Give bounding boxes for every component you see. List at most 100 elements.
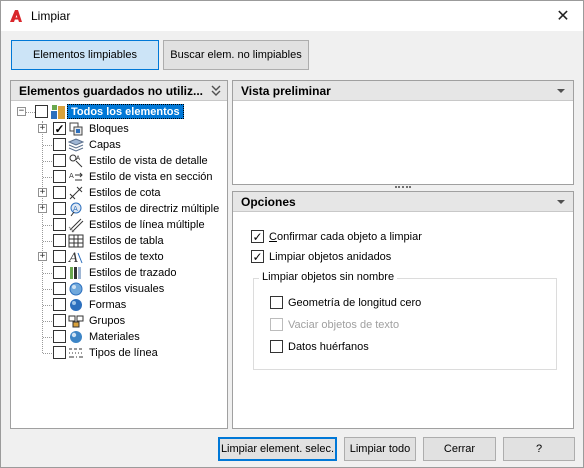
expand-expander[interactable]: + — [38, 188, 47, 197]
plot-style-icon — [70, 267, 81, 279]
multiline-style-icon — [68, 218, 84, 233]
autocad-logo-icon — [10, 10, 22, 22]
tree-item[interactable]: Estilos visuales — [11, 281, 227, 297]
purge-all-label: Limpiar todo — [349, 443, 411, 455]
purge-nested-label: Limpiar objetos anidados — [269, 250, 392, 263]
tree-item-label: Formas — [89, 299, 127, 311]
purge-nested-checkbox[interactable]: ✓ — [251, 250, 264, 263]
tree-item-checkbox[interactable] — [53, 250, 66, 263]
tree-item-checkbox[interactable] — [53, 314, 66, 327]
purge-selected-button[interactable]: Limpiar element. selec. — [218, 437, 337, 461]
orphan-data-option[interactable]: Datos huérfanos — [270, 340, 369, 353]
tree-item[interactable]: Materiales — [11, 329, 227, 345]
tree-item-checkbox[interactable] — [53, 218, 66, 231]
tree-item-checkbox[interactable] — [53, 202, 66, 215]
unnamed-objects-group: Limpiar objetos sin nombre Geometría de … — [253, 271, 557, 370]
tree-item[interactable]: Estilos de trazado — [11, 265, 227, 281]
materials-icon — [70, 331, 82, 343]
check-icon: ✓ — [252, 249, 263, 264]
tree-item-checkbox[interactable] — [53, 298, 66, 311]
tree-item[interactable]: Estilos de tabla — [11, 233, 227, 249]
all-items-checkbox[interactable] — [35, 105, 48, 118]
tree-item[interactable]: + ✓ Bloques — [11, 121, 227, 137]
close-window-button[interactable]: ✕ — [543, 1, 583, 31]
tree-item[interactable]: Estilos de línea múltiple — [11, 217, 227, 233]
table-style-icon — [68, 234, 84, 248]
collapse-options-arrow-icon[interactable] — [557, 200, 565, 204]
empty-text-option: Vaciar objetos de texto — [270, 318, 399, 331]
zero-length-option[interactable]: Geometría de longitud cero — [270, 296, 421, 309]
purge-selected-label: Limpiar element. selec. — [220, 443, 335, 455]
purge-nested-option[interactable]: ✓ Limpiar objetos anidados — [251, 250, 391, 263]
close-button[interactable]: Cerrar — [423, 437, 496, 461]
find-non-purgeable-toggle[interactable]: Buscar elem. no limpiables — [163, 40, 309, 70]
svg-text:A: A — [76, 155, 81, 162]
tree-item-checkbox[interactable] — [53, 282, 66, 295]
tree-item[interactable]: Capas — [11, 137, 227, 153]
block-icon — [69, 122, 83, 136]
tree-item-label: Estilos de línea múltiple — [89, 219, 205, 231]
multileader-style-icon: A — [70, 202, 82, 217]
items-tree-header-label: Elementos guardados no utiliz... — [19, 83, 204, 98]
tree-item-label: Grupos — [89, 315, 126, 327]
tree-item[interactable]: Formas — [11, 297, 227, 313]
help-button[interactable]: ? — [503, 437, 575, 461]
expand-expander[interactable]: + — [38, 124, 47, 133]
tree-item-checkbox[interactable] — [53, 186, 66, 199]
all-items-icon — [51, 105, 65, 119]
tree-item-checkbox[interactable] — [53, 138, 66, 151]
options-header-label: Opciones — [241, 194, 296, 209]
tree-item-checkbox[interactable] — [53, 266, 66, 279]
confirm-each-option[interactable]: ✓ Confirmar cada objeto a limpiar — [251, 230, 422, 243]
collapse-root-expander[interactable]: − — [17, 107, 26, 116]
orphan-data-checkbox[interactable] — [270, 340, 283, 353]
text-style-icon: A — [68, 251, 83, 265]
tree-item[interactable]: + A Estilos de directriz múltiple — [11, 201, 227, 217]
find-non-purgeable-label: Buscar elem. no limpiables — [170, 49, 302, 61]
help-label: ? — [535, 443, 543, 455]
tree-item-checkbox[interactable] — [53, 154, 66, 167]
dimension-style-icon — [69, 186, 83, 200]
tree-item[interactable]: Tipos de línea — [11, 345, 227, 361]
preview-header-label: Vista preliminar — [241, 83, 331, 98]
detail-view-style-icon: A — [69, 154, 83, 168]
tree-item-checkbox[interactable] — [53, 330, 66, 343]
double-chevron-down-icon[interactable] — [211, 85, 221, 97]
unnamed-objects-legend: Limpiar objetos sin nombre — [259, 271, 398, 283]
tree-item-label: Tipos de línea — [89, 347, 158, 359]
empty-text-checkbox — [270, 318, 283, 331]
expand-expander[interactable]: + — [38, 204, 47, 213]
shapes-icon — [70, 299, 82, 311]
empty-text-label: Vaciar objetos de texto — [288, 318, 400, 331]
purge-all-button[interactable]: Limpiar todo — [344, 437, 416, 461]
tree-item[interactable]: A Estilo de vista en sección — [11, 169, 227, 185]
confirm-each-checkbox[interactable]: ✓ — [251, 230, 264, 243]
all-items-label[interactable]: Todos los elementos — [67, 104, 184, 119]
tree-item-label: Estilos de cota — [89, 187, 161, 199]
zero-length-label: Geometría de longitud cero — [288, 296, 422, 309]
groups-icon — [68, 315, 84, 328]
tree-item-label: Estilo de vista de detalle — [89, 155, 208, 167]
tree-item-label: Materiales — [89, 331, 140, 343]
confirm-each-label: Confirmar cada objeto a limpiar — [269, 230, 422, 243]
check-icon: ✓ — [54, 121, 65, 136]
purgeable-items-toggle[interactable]: Elementos limpiables — [11, 40, 159, 70]
orphan-data-label: Datos huérfanos — [288, 340, 369, 353]
tree-item[interactable]: + A Estilos de texto — [11, 249, 227, 265]
zero-length-checkbox[interactable] — [270, 296, 283, 309]
tree-item[interactable]: + Estilos de cota — [11, 185, 227, 201]
collapse-preview-arrow-icon[interactable] — [557, 89, 565, 93]
splitter-grip-icon — [395, 186, 411, 189]
tree-item-label: Estilos de texto — [89, 251, 164, 263]
tree-item-checkbox[interactable] — [53, 234, 66, 247]
items-tree-panel: Elementos guardados no utiliz... − Todos… — [10, 80, 228, 429]
tree-item[interactable]: Grupos — [11, 313, 227, 329]
tree-item-checkbox[interactable]: ✓ — [53, 122, 66, 135]
preview-header: Vista preliminar — [233, 81, 573, 101]
tree-item[interactable]: A Estilo de vista de detalle — [11, 153, 227, 169]
tree-item-label: Estilos visuales — [89, 283, 165, 295]
title-bar: Limpiar ✕ — [1, 1, 583, 31]
tree-item-checkbox[interactable] — [53, 170, 66, 183]
tree-item-checkbox[interactable] — [53, 346, 66, 359]
expand-expander[interactable]: + — [38, 252, 47, 261]
